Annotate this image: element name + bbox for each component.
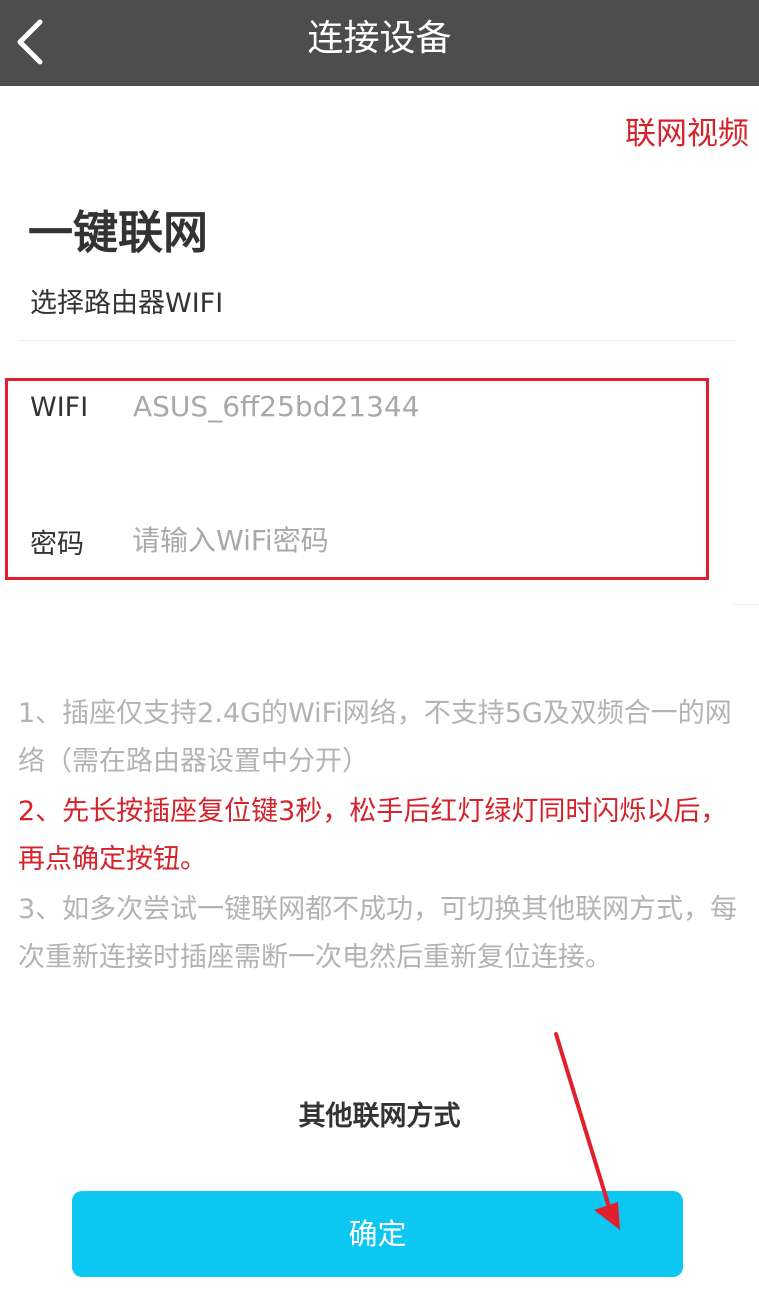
note-2: 2、先长按插座复位键3秒，松手后红灯绿灯同时闪烁以后，再点确定按钮。: [18, 796, 728, 875]
section-title: 一键联网: [28, 206, 209, 259]
password-label: 密码: [30, 529, 84, 560]
network-video-link[interactable]: 联网视频: [625, 108, 749, 153]
page-title: 连接设备: [307, 18, 452, 59]
section-subtitle: 选择路由器WIFI: [30, 288, 224, 319]
arrow-annotation-icon: [554, 1032, 620, 1230]
other-methods-link[interactable]: 其他联网方式: [0, 1094, 759, 1133]
password-input[interactable]: [132, 518, 672, 562]
wifi-select[interactable]: ASUS_6ff25bd21344: [133, 390, 420, 423]
divider-right: [733, 604, 759, 605]
note-1: 1、插座仅支持2.4G的WiFi网络，不支持5G及双频合一的网络（需在路由器设置…: [18, 698, 732, 777]
divider: [18, 340, 736, 341]
note-3: 3、如多次尝试一键联网都不成功，可切换其他联网方式，每次重新连接时插座需断一次电…: [18, 894, 738, 973]
top-bar: 连接设备: [0, 0, 759, 86]
wifi-label: WIFI: [30, 392, 89, 423]
